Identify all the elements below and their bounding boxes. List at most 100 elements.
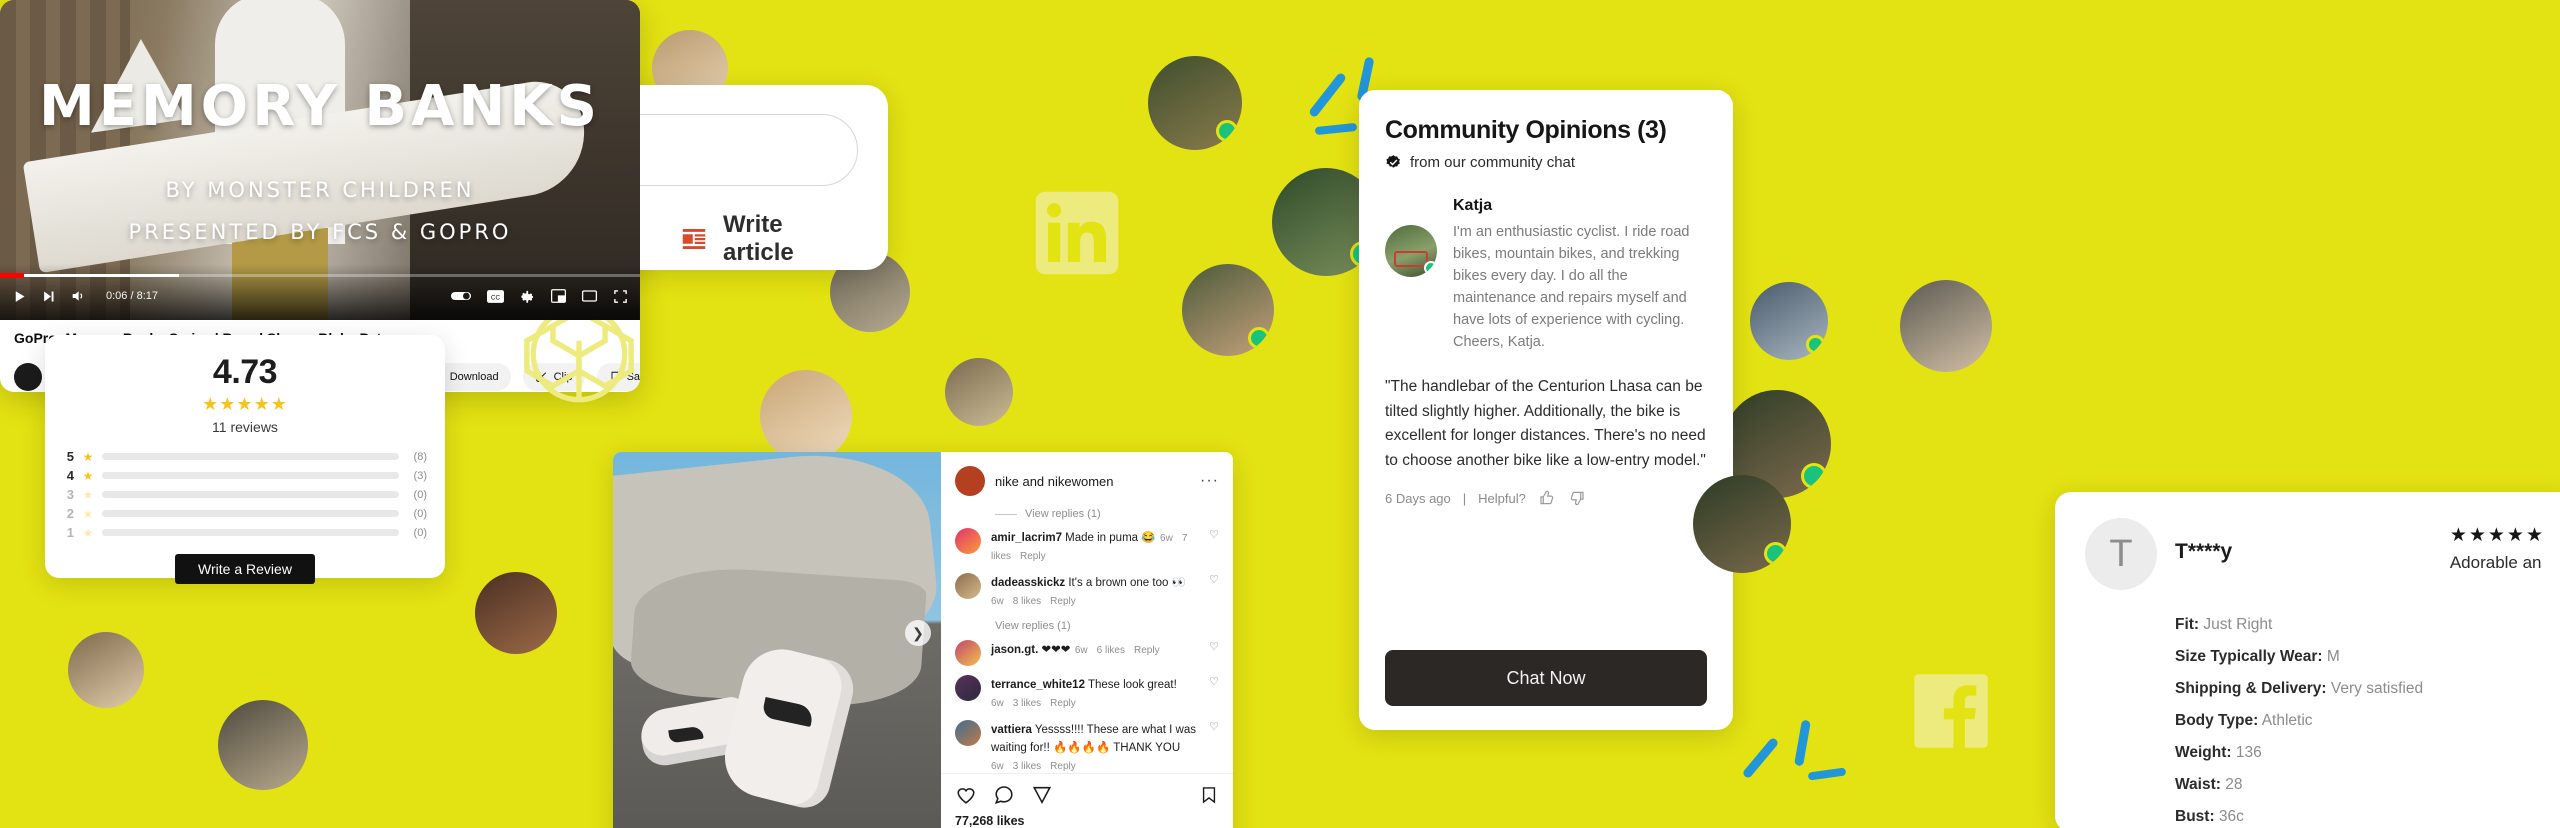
rating-bar-track [102,529,399,536]
scissors-icon [535,371,546,382]
instagram-sidebar: nike and nikewomen ··· View replies (1) … [941,452,1233,828]
rating-bar-row[interactable]: 4 ★ (3) [63,466,427,485]
spec-row: Weight: 136 [2175,744,2545,762]
avatar [1750,282,1828,360]
save-chip[interactable]: Save [596,362,640,391]
spec-row: Bust: 36c [2175,808,2545,826]
comment-icon[interactable] [993,784,1015,806]
community-quote-time: 6 Days ago [1385,490,1451,506]
spec-label: Fit: [2175,616,2200,633]
channel-avatar[interactable] [14,362,42,391]
community-opinions-card: Community Opinions (3) from our communit… [1359,90,1791,730]
captions-icon[interactable]: CC [487,289,504,303]
download-label: Download [449,370,499,383]
heart-icon[interactable]: ♡ [1209,640,1219,666]
chat-now-button[interactable]: Chat Now [1385,650,1707,706]
rating-distribution: 5 ★ (8) 4 ★ (3) 3 ★ (0) 2 ★ (0) 1 ★ (0) [45,435,445,542]
avatar [955,640,981,666]
svg-text:CC: CC [491,294,501,301]
like-icon[interactable] [955,784,977,806]
fullscreen-icon[interactable] [613,289,628,304]
comment-text: It's a brown one too 👀 [1065,577,1186,589]
spec-label: Body Type: [2175,712,2259,729]
comment-user[interactable]: amir_lacrim7 [991,532,1062,544]
heart-icon[interactable]: ♡ [1209,528,1219,564]
rating-score: 4.73 [212,353,278,391]
avatar [1693,475,1791,573]
autoplay-toggle-icon[interactable] [451,290,471,302]
bookmark-icon[interactable] [1199,784,1219,806]
comment-time: 6w [1074,645,1088,656]
more-options-icon[interactable]: ··· [1200,472,1219,490]
spec-value: 36c [2214,808,2244,825]
avatar [218,700,308,790]
comment-time: 6w [991,596,1004,607]
heart-icon[interactable]: ♡ [1209,720,1219,773]
instagram-account[interactable]: nike and nikewomen [995,474,1190,489]
comment-reply[interactable]: Reply [1050,761,1076,772]
video-overlay-line3: PRESENTED BY FCS & GOPRO [128,220,512,244]
settings-gear-icon[interactable] [520,289,535,304]
rating-bar-stars: 4 [66,468,74,483]
video-frame[interactable]: MEMORY BANKS BY MONSTER CHILDREN PRESENT… [0,0,640,320]
spec-label: Size Typically Wear: [2175,648,2323,665]
theater-mode-icon[interactable] [582,289,597,303]
rating-bar-count: (3) [413,469,427,482]
view-replies-link[interactable]: View replies (1) [941,506,1233,528]
comment-user[interactable]: dadeasskickz [991,577,1065,589]
video-control-bar: 0:06 / 8:17 CC [0,264,640,320]
comment-likes: 8 likes [1012,596,1042,607]
avatar [955,675,981,701]
avatar [1182,264,1274,356]
comment-reply[interactable]: Reply [1050,698,1076,709]
volume-icon[interactable] [70,288,86,304]
view-replies-link[interactable]: View replies (1) [955,618,1219,640]
avatar [475,572,557,654]
avatar [955,466,985,496]
rating-bar-row[interactable]: 1 ★ (0) [63,523,427,542]
comment-time: 6w [991,761,1004,772]
thumbs-down-icon[interactable] [1568,489,1586,507]
helpful-label: Helpful? [1478,490,1526,506]
rating-bar-track [102,491,399,498]
share-icon[interactable] [1031,784,1053,806]
write-article-button[interactable]: Write article [679,211,848,267]
avatar [68,632,144,708]
play-icon[interactable] [12,289,27,304]
comment-time: 6w [991,698,1004,709]
comment-user[interactable]: jason.gt. [991,644,1038,656]
write-a-review-button[interactable]: Write a Review [175,554,315,584]
comment-reply[interactable]: Reply [1020,551,1046,562]
star-icon: ★ [82,468,94,483]
rating-bar-track [102,472,399,479]
avatar: T [2085,518,2157,590]
save-label: Save [626,370,640,383]
rating-review-count: 11 reviews [212,419,278,435]
comment-user[interactable]: terrance_white12 [991,679,1085,691]
next-photo-button[interactable]: ❯ [905,620,931,646]
star-icon: ★ [82,525,94,540]
video-progress-bar[interactable] [0,273,640,278]
comment-reply[interactable]: Reply [1134,645,1160,656]
next-track-icon[interactable] [41,289,56,304]
rating-bar-row[interactable]: 3 ★ (0) [63,485,427,504]
rating-bar-count: (0) [413,488,427,501]
comment-likes: 6 likes [1096,645,1125,656]
miniplayer-icon[interactable] [551,289,566,303]
video-timestamp: 0:06 / 8:17 [106,290,158,302]
instagram-action-bar [941,773,1233,806]
heart-icon[interactable]: ♡ [1209,573,1219,609]
rating-summary-card: 4.73 ★★★★★ 11 reviews 5 ★ (8) 4 ★ (3) 3 … [45,335,445,584]
comment-item: jason.gt. ❤❤❤ 6w 6 likes Reply ♡ [955,640,1219,666]
rating-bar-row[interactable]: 5 ★ (8) [63,447,427,466]
rating-bar-count: (0) [413,526,427,539]
star-icon: ★ [82,506,94,521]
spec-value: Athletic [2258,712,2313,729]
rating-bar-row[interactable]: 2 ★ (0) [63,504,427,523]
comment-user[interactable]: vattiera [991,724,1032,736]
comment-reply[interactable]: Reply [1050,596,1076,607]
thumbs-up-icon[interactable] [1538,489,1556,507]
spec-row: Body Type: Athletic [2175,712,2545,730]
heart-icon[interactable]: ♡ [1209,675,1219,711]
clip-chip[interactable]: Clip [522,362,585,391]
